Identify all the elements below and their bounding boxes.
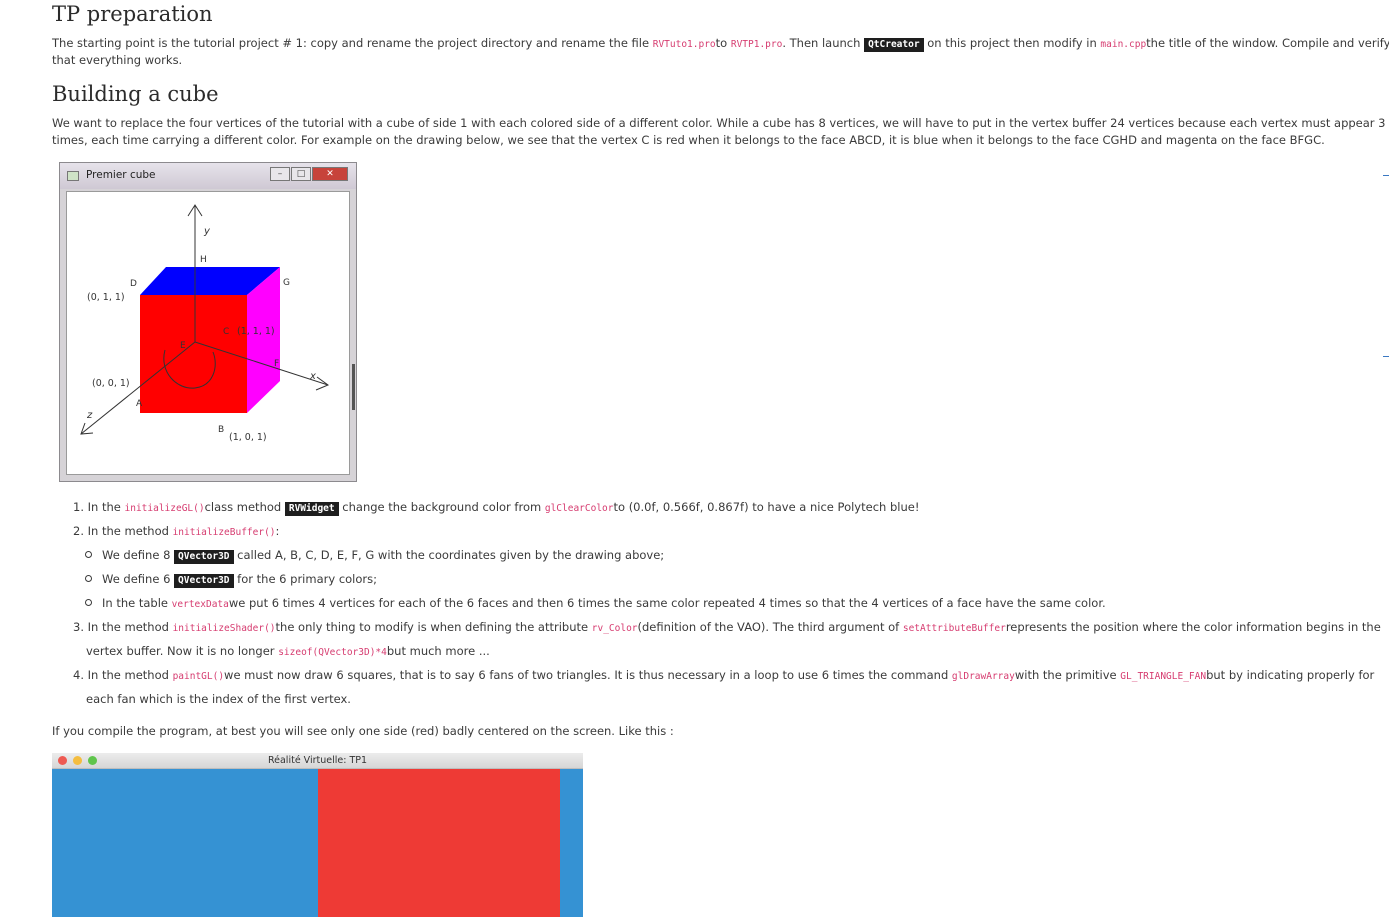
text: vertex buffer. Now it is no longer	[86, 644, 279, 658]
label-C-coord: (1, 1, 1)	[237, 326, 275, 337]
label-A-coord: (0, 0, 1)	[92, 378, 130, 389]
inline-code: vertexData	[171, 599, 229, 610]
step-3-line2: vertex buffer. Now it is no longer sizeo…	[86, 639, 490, 665]
step-2: 2. In the method initializeBuffer():	[73, 519, 279, 545]
text: In the table	[102, 596, 172, 610]
label-x: x	[309, 371, 316, 382]
text: We define 8	[102, 548, 175, 562]
inline-code: RVTP1.pro	[730, 39, 783, 50]
scrollbar-thumb[interactable]	[352, 364, 355, 410]
edge-marker	[1383, 175, 1389, 176]
text: 3. In the method	[73, 620, 173, 634]
text: called A, B, C, D, E, F, G with the coor…	[233, 548, 665, 562]
kbd-qvector3d: QVector3D	[174, 574, 234, 588]
label-C: C	[223, 327, 229, 337]
inline-code: sizeof(QVector3D)*4	[278, 647, 387, 658]
minimize-icon: –	[270, 167, 290, 181]
inline-code: main.cpp	[1100, 39, 1147, 50]
tp1-window-title: Réalité Virtuelle: TP1	[267, 755, 368, 766]
text: 1. In the	[73, 500, 125, 514]
text: change the background color from	[338, 500, 545, 514]
label-F: F	[274, 359, 279, 369]
inline-code: initializeBuffer()	[172, 527, 276, 538]
text: (definition of the VAO). The third argum…	[637, 620, 903, 634]
text: class method	[204, 500, 285, 514]
text: the only thing to modify is when definin…	[275, 620, 592, 634]
text: but by indicating properly for	[1206, 668, 1375, 682]
step-4-line2: each fan which is the index of the first…	[86, 692, 351, 706]
text: :	[275, 524, 280, 538]
tp1-window: Réalité Virtuelle: TP1	[52, 753, 583, 917]
red-cube-face	[318, 769, 560, 917]
step-2-item-a: We define 8 QVector3D called A, B, C, D,…	[85, 543, 664, 569]
text: we put 6 times 4 vertices for each of th…	[228, 596, 1106, 610]
maximize-icon: □	[291, 167, 311, 181]
text: we must now draw 6 squares, that is to s…	[224, 668, 952, 682]
closing-paragraph: If you compile the program, at best you …	[52, 724, 674, 738]
section-title-cube: Building a cube	[52, 82, 219, 106]
inline-code: setAttributeBuffer	[902, 623, 1006, 634]
label-B-coord: (1, 0, 1)	[229, 432, 267, 443]
step-2-item-c: In the table vertexDatawe put 6 times 4 …	[85, 591, 1106, 617]
kbd-qtcreator: QtCreator	[864, 38, 924, 52]
inline-code: rv_Color	[591, 623, 638, 634]
text: represents the position where the color …	[1005, 620, 1381, 634]
section-title-preparation: TP preparation	[52, 2, 213, 26]
kbd-rvwidget: RVWidget	[284, 502, 339, 516]
tp1-titlebar: Réalité Virtuelle: TP1	[52, 753, 583, 769]
label-H: H	[200, 255, 207, 265]
inline-code: GL_TRIANGLE_FAN	[1120, 671, 1207, 682]
text: the title of the window. Compile and ver…	[1146, 36, 1389, 50]
label-z: z	[86, 410, 93, 421]
text: for the 6 primary colors;	[233, 572, 378, 586]
bullet-icon	[85, 551, 92, 558]
label-D-coord: (0, 1, 1)	[87, 292, 125, 303]
label-E: E	[180, 341, 186, 351]
bullet-icon	[85, 599, 92, 606]
close-icon: ✕	[312, 167, 348, 181]
app-icon	[67, 171, 79, 181]
text: on this project then modify in	[923, 36, 1101, 50]
text: 2. In the method	[73, 524, 173, 538]
text: . Then launch	[782, 36, 865, 50]
inline-code: RVTuto1.pro	[652, 39, 716, 50]
preparation-paragraph: The starting point is the tutorial proje…	[52, 34, 1389, 54]
label-y: y	[203, 226, 211, 237]
step-4: 4. In the method paintGL()we must now dr…	[73, 663, 1374, 689]
cube-paragraph-line1: We want to replace the four vertices of …	[52, 116, 1386, 130]
preparation-paragraph-line2: that everything works.	[52, 53, 183, 67]
tp1-canvas	[52, 769, 583, 917]
inline-code: glDrawArray	[951, 671, 1015, 682]
text: with the primitive	[1014, 668, 1121, 682]
figure-canvas: y x z H G D (0, 1, 1) C (1, 1, 1) E F (0…	[66, 191, 350, 475]
inline-code: glClearColor	[544, 503, 614, 514]
step-2-item-b: We define 6 QVector3D for the 6 primary …	[85, 567, 377, 593]
inline-code: initializeShader()	[172, 623, 276, 634]
text: to (0.0f, 0.566f, 0.867f) to have a nice…	[613, 500, 920, 514]
inline-code: initializeGL()	[124, 503, 205, 514]
text: to	[715, 36, 731, 50]
step-3: 3. In the method initializeShader()the o…	[73, 615, 1381, 641]
label-G: G	[283, 278, 290, 288]
text: but much more ...	[386, 644, 490, 658]
text: The starting point is the tutorial proje…	[52, 36, 653, 50]
text: We define 6	[102, 572, 175, 586]
cube-paragraph-line2: times, each time carrying a different co…	[52, 133, 1325, 147]
cube-figure-window: Premier cube – □ ✕ y x z H G D (0, 1, 1)…	[59, 162, 357, 482]
label-A: A	[136, 399, 143, 409]
cube-drawing: y x z H G D (0, 1, 1) C (1, 1, 1) E F (0…	[80, 204, 330, 443]
text: 4. In the method	[73, 668, 173, 682]
inline-code: paintGL()	[172, 671, 225, 682]
kbd-qvector3d: QVector3D	[174, 550, 234, 564]
bullet-icon	[85, 575, 92, 582]
step-1: 1. In the initializeGL()class method RVW…	[73, 495, 919, 521]
figure-titlebar: Premier cube – □ ✕	[60, 163, 356, 189]
label-D: D	[130, 279, 137, 289]
label-B: B	[218, 425, 224, 435]
edge-marker	[1383, 356, 1389, 357]
figure-window-title: Premier cube	[86, 169, 156, 181]
